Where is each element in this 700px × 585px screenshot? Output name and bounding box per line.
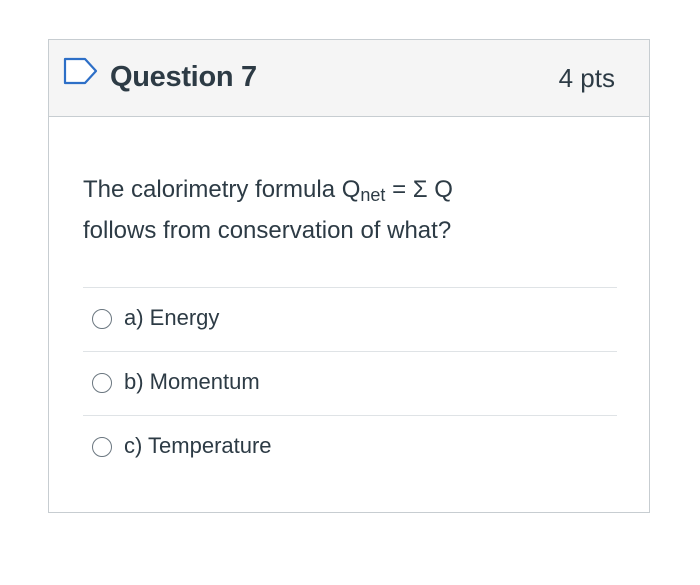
question-title: Question 7: [110, 61, 257, 93]
answer-label[interactable]: a) Energy: [124, 305, 219, 331]
radio-button[interactable]: [92, 437, 112, 457]
answer-label[interactable]: b) Momentum: [124, 369, 260, 395]
answer-option-b[interactable]: b) Momentum: [83, 351, 617, 415]
question-card: Question 7 4 pts The calorimetry formula…: [48, 39, 650, 513]
flag-question-icon[interactable]: [63, 57, 99, 85]
question-header: Question 7 4 pts: [49, 40, 649, 117]
answer-label[interactable]: c) Temperature: [124, 433, 272, 459]
question-text-line2: follows from conservation of what?: [83, 217, 452, 244]
question-text-part: = Σ Q: [385, 176, 453, 203]
answer-option-c[interactable]: c) Temperature: [83, 415, 617, 479]
answer-list: a) Energy b) Momentum c) Temperature: [83, 287, 617, 479]
radio-button[interactable]: [92, 373, 112, 393]
radio-button[interactable]: [92, 309, 112, 329]
question-text: The calorimetry formula Qnet = Σ Q follo…: [83, 169, 603, 251]
answer-option-a[interactable]: a) Energy: [83, 287, 617, 351]
question-points: 4 pts: [558, 63, 615, 93]
question-text-subscript: net: [360, 185, 386, 205]
question-text-part: The calorimetry formula Q: [83, 176, 361, 203]
